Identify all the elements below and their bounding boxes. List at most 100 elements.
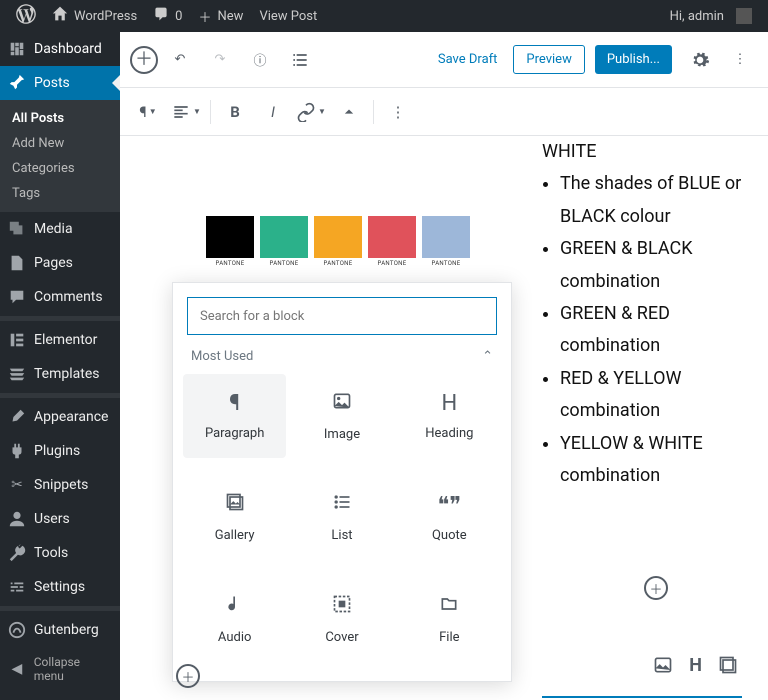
color-swatches: PANTONEPANTONEPANTONEPANTONEPANTONE (206, 216, 470, 267)
account[interactable]: Hi, admin (662, 0, 760, 32)
scissors-icon: ✂ (8, 476, 26, 494)
bold-button[interactable]: B (217, 94, 253, 130)
block-paragraph[interactable]: ¶Paragraph (183, 374, 286, 458)
inserter-search[interactable] (187, 297, 497, 335)
block-label: Audio (218, 630, 251, 645)
chevron-up-icon: ⌃ (482, 349, 493, 364)
add-block-inline[interactable]: ＋ (644, 576, 668, 600)
menu-label: Tools (34, 545, 68, 561)
outline-button[interactable] (282, 42, 318, 78)
publish-button[interactable]: Publish... (595, 45, 672, 74)
comment-icon (153, 6, 169, 26)
list-icon (332, 492, 352, 518)
wp-logo[interactable] (8, 0, 44, 32)
gallery-icon[interactable] (718, 655, 738, 680)
menu-gutenberg[interactable]: Gutenberg (0, 613, 120, 647)
block-label: File (439, 630, 459, 645)
collapse-menu[interactable]: ◀Collapse menu (0, 647, 120, 691)
inserter-section-header[interactable]: Most Used ⌃ (173, 349, 511, 368)
italic-button[interactable]: I (255, 94, 291, 130)
quote-icon: ❝❞ (437, 493, 461, 518)
menu-posts[interactable]: Posts (0, 66, 120, 100)
sub-tags[interactable]: Tags (0, 181, 120, 206)
swatch: PANTONE (260, 216, 308, 267)
list-item[interactable]: GREEN & BLACK combination (560, 233, 742, 298)
search-input[interactable] (188, 298, 496, 334)
list-item[interactable]: RED & YELLOW combination (560, 363, 742, 428)
menu-comments[interactable]: Comments (0, 280, 120, 314)
block-image[interactable]: Image (290, 374, 393, 458)
menu-dashboard[interactable]: Dashboard (0, 32, 120, 66)
block-cover[interactable]: Cover (290, 577, 393, 661)
swatch: PANTONE (368, 216, 416, 267)
elementor-icon (8, 331, 26, 349)
block-gallery[interactable]: Gallery (183, 476, 286, 560)
pin-icon (8, 74, 26, 92)
menu-pages[interactable]: Pages (0, 246, 120, 280)
menu-plugins[interactable]: Plugins (0, 434, 120, 468)
menu-media[interactable]: Media (0, 212, 120, 246)
new-content[interactable]: ＋New (190, 0, 251, 32)
redo-button[interactable]: ↷ (202, 42, 238, 78)
block-audio[interactable]: Audio (183, 577, 286, 661)
undo-button[interactable]: ↶ (162, 42, 198, 78)
menu-label: Gutenberg (34, 622, 99, 638)
block-heading[interactable]: HHeading (398, 374, 501, 458)
paragraph-type[interactable]: ¶▼ (130, 94, 166, 130)
gallery-icon (225, 492, 245, 518)
menu-snippets[interactable]: ✂ Snippets (0, 468, 120, 502)
audio-icon (225, 594, 245, 620)
menu-appearance[interactable]: Appearance (0, 400, 120, 434)
bottom-quick-icons: H (653, 655, 738, 680)
link-button[interactable]: ▼ (293, 94, 329, 130)
editor-canvas[interactable]: PANTONEPANTONEPANTONEPANTONEPANTONE WHIT… (120, 136, 768, 700)
list-item[interactable]: GREEN & RED combination (560, 298, 742, 363)
menu-tools[interactable]: Tools (0, 536, 120, 570)
block-file[interactable]: File (398, 577, 501, 661)
add-block-bottom[interactable]: ＋ (176, 664, 200, 688)
block-label: Gallery (215, 528, 255, 543)
sub-all-posts[interactable]: All Posts (0, 106, 120, 131)
sliders-icon (8, 578, 26, 596)
settings-button[interactable] (682, 42, 718, 78)
editor: ＋ ↶ ↷ ⓘ Save Draft Preview Publish... ⋮ … (120, 32, 768, 700)
align-button[interactable]: ▼ (168, 94, 204, 130)
save-draft-button[interactable]: Save Draft (426, 52, 510, 67)
preview-button[interactable]: Preview (513, 45, 584, 74)
avatar (736, 8, 752, 24)
block-label: Paragraph (205, 426, 264, 441)
menu-elementor[interactable]: Elementor (0, 323, 120, 357)
site-name[interactable]: WordPress (44, 0, 145, 32)
insertion-line (542, 696, 742, 698)
block-list[interactable]: List (290, 476, 393, 560)
list-item[interactable]: The shades of BLUE or BLACK colour (560, 168, 742, 233)
menu-templates[interactable]: Templates (0, 357, 120, 391)
heading-icon[interactable]: H (689, 655, 702, 680)
block-grid: ¶ParagraphImageHHeading Gallery List❝❞Quot… (173, 368, 511, 681)
menu-label: Snippets (34, 477, 88, 493)
more-button[interactable]: ⋮ (722, 42, 758, 78)
block-toolbar: ¶▼ ▼ B I ▼ ⋮ (120, 88, 768, 136)
more-format-button[interactable] (331, 94, 367, 130)
block-more-button[interactable]: ⋮ (380, 94, 416, 130)
wrench-icon (8, 544, 26, 562)
new-label: New (218, 9, 244, 24)
sub-categories[interactable]: Categories (0, 156, 120, 181)
comments-link[interactable]: 0 (145, 0, 190, 32)
menu-label: Elementor (34, 332, 97, 348)
image-icon[interactable] (653, 655, 673, 680)
menu-users[interactable]: Users (0, 502, 120, 536)
admin-bar: WordPress 0 ＋New View Post Hi, admin (0, 0, 768, 32)
menu-settings[interactable]: Settings (0, 570, 120, 604)
list-item[interactable]: WHITE (542, 136, 742, 168)
info-button[interactable]: ⓘ (242, 42, 278, 78)
list-item[interactable]: YELLOW & WHITE combination (560, 428, 742, 493)
view-post[interactable]: View Post (251, 0, 325, 32)
image-icon (332, 391, 352, 417)
sub-add-new[interactable]: Add New (0, 131, 120, 156)
add-block-button[interactable]: ＋ (130, 46, 158, 74)
page-icon (8, 254, 26, 272)
home-icon (52, 6, 68, 26)
block-quote[interactable]: ❝❞Quote (398, 476, 501, 560)
menu-label: Comments (34, 289, 103, 305)
